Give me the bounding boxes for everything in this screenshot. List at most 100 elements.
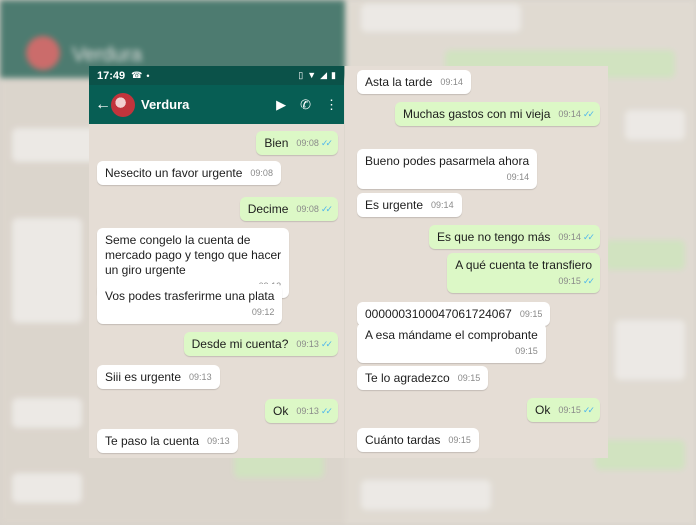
video-call-icon[interactable]: ▶ bbox=[276, 98, 286, 111]
message-meta: 09:14 bbox=[431, 198, 454, 213]
double-check-icon: ✓✓ bbox=[320, 138, 333, 148]
message-time: 09:13 bbox=[189, 372, 212, 382]
message-text: Es urgente bbox=[365, 198, 424, 212]
incoming-message[interactable]: A esa mándame el comprobante 09:15 bbox=[357, 323, 546, 363]
double-check-icon: ✓✓ bbox=[582, 276, 595, 286]
message-text: Asta la tarde bbox=[365, 75, 433, 89]
incoming-message[interactable]: Asta la tarde 09:14 bbox=[357, 70, 471, 94]
message-text: Te paso la cuenta bbox=[105, 434, 200, 448]
message-time: 09:15 bbox=[558, 276, 581, 286]
message-time: 09:14 bbox=[558, 232, 581, 242]
message-time: 09:15 bbox=[519, 309, 543, 319]
message-meta: 09:14 ✓✓ bbox=[558, 107, 595, 122]
message-meta: 09:14 bbox=[440, 75, 463, 90]
message-time: 09:14 bbox=[506, 172, 530, 182]
double-check-icon: ✓✓ bbox=[320, 406, 333, 416]
status-time: 17:49 bbox=[97, 69, 126, 82]
outgoing-message[interactable]: Desde mi cuenta? 09:13 ✓✓ bbox=[183, 332, 338, 356]
message-meta: 09:12 bbox=[113, 305, 275, 320]
message-text: Seme congelo la cuenta de mercado pago y… bbox=[105, 233, 282, 277]
right-chat-screenshot: Asta la tarde 09:14 Muchas gastos con mi v… bbox=[345, 66, 608, 458]
wifi-icon: ▼ bbox=[307, 70, 317, 80]
message-meta: 09:14 bbox=[373, 170, 530, 185]
message-text: Ok bbox=[273, 404, 289, 418]
whatsapp-icon: ☎ bbox=[131, 70, 143, 80]
message-text: Nesecito un favor urgente bbox=[105, 166, 243, 180]
outgoing-message[interactable]: Decime 09:08 ✓✓ bbox=[239, 197, 338, 221]
message-meta: 09:15 bbox=[458, 371, 481, 386]
outgoing-message[interactable]: Muchas gastos con mi vieja 09:14 ✓✓ bbox=[394, 102, 600, 126]
message-meta: 09:15 ✓✓ bbox=[558, 403, 595, 418]
message-meta: 09:14 ✓✓ bbox=[558, 230, 595, 245]
backdrop-avatar bbox=[26, 36, 60, 70]
message-text: A qué cuenta te transfiero bbox=[455, 258, 592, 272]
message-list-left: Bien 09:08 ✓✓ Nesecito un favor urgente 09:0… bbox=[89, 124, 344, 458]
outgoing-message[interactable]: Bien 09:08 ✓✓ bbox=[256, 131, 338, 155]
message-meta: 09:13 ✓✓ bbox=[296, 337, 333, 352]
message-text: Muchas gastos con mi vieja bbox=[402, 107, 551, 121]
phone-icon[interactable]: ✆ bbox=[300, 98, 311, 111]
message-meta: 09:08 ✓✓ bbox=[296, 202, 333, 217]
incoming-message[interactable]: Cuánto tardas 09:15 bbox=[357, 428, 479, 452]
message-text: Bueno podes pasarmela ahora bbox=[365, 154, 530, 168]
backdrop-title: Verdura bbox=[72, 44, 143, 66]
message-text: Es que no tengo más bbox=[436, 230, 551, 244]
incoming-message[interactable]: Nesecito un favor urgente 09:08 bbox=[97, 161, 281, 185]
signal-icon: ◢ bbox=[320, 70, 328, 80]
message-meta: 09:15 bbox=[373, 344, 538, 359]
message-text: Desde mi cuenta? bbox=[191, 337, 289, 351]
incoming-message[interactable]: Vos podes trasferirme una plata 09:12 bbox=[97, 284, 283, 324]
incoming-message[interactable]: Siii es urgente 09:13 bbox=[97, 365, 220, 389]
message-text: Siii es urgente bbox=[105, 370, 182, 384]
contact-name[interactable]: Verdura bbox=[141, 97, 276, 112]
double-check-icon: ✓✓ bbox=[582, 405, 595, 415]
message-meta: 09:13 ✓✓ bbox=[296, 404, 333, 419]
incoming-message[interactable]: Te paso la cuenta 09:13 bbox=[97, 429, 238, 453]
double-check-icon: ✓✓ bbox=[320, 339, 333, 349]
message-meta: 09:13 bbox=[207, 434, 230, 449]
message-meta: 09:15 bbox=[520, 307, 543, 322]
message-time: 09:14 bbox=[440, 77, 463, 87]
back-arrow-icon[interactable]: ← bbox=[95, 96, 111, 114]
message-time: 09:15 bbox=[558, 405, 581, 415]
incoming-message[interactable]: Te lo agradezco 09:15 bbox=[357, 366, 489, 390]
message-text: Cuánto tardas bbox=[365, 433, 441, 447]
message-time: 09:12 bbox=[251, 307, 275, 317]
message-meta: 09:08 bbox=[250, 166, 273, 181]
message-time: 09:15 bbox=[457, 373, 481, 383]
avatar[interactable] bbox=[111, 92, 135, 117]
vibrate-icon: ▯ bbox=[298, 70, 304, 80]
message-time: 09:13 bbox=[296, 406, 319, 416]
battery-icon: ▮ bbox=[331, 70, 336, 80]
message-meta: 09:15 bbox=[448, 433, 471, 448]
message-time: 09:15 bbox=[448, 435, 471, 445]
double-check-icon: ✓✓ bbox=[582, 109, 595, 119]
message-meta: 09:13 bbox=[189, 370, 212, 385]
message-time: 09:08 bbox=[296, 204, 319, 214]
message-time: 09:08 bbox=[250, 168, 273, 178]
message-text: A esa mándame el comprobante bbox=[365, 328, 538, 342]
message-text: 0000003100047061724067 bbox=[365, 307, 512, 321]
message-text: Te lo agradezco bbox=[365, 371, 450, 385]
message-text: Ok bbox=[535, 403, 551, 417]
outgoing-message[interactable]: Ok 09:13 ✓✓ bbox=[265, 399, 338, 423]
incoming-message[interactable]: Es urgente 09:14 bbox=[357, 193, 462, 217]
outgoing-message[interactable]: Ok 09:15 ✓✓ bbox=[527, 398, 600, 422]
more-vert-icon[interactable]: ⋮ bbox=[325, 98, 338, 111]
message-meta: 09:08 ✓✓ bbox=[296, 136, 333, 151]
message-meta: 09:15 ✓✓ bbox=[463, 274, 595, 289]
chat-header: ← Verdura ▶ ✆ ⋮ bbox=[89, 85, 344, 124]
message-time: 09:14 bbox=[558, 109, 581, 119]
incoming-message[interactable]: Bueno podes pasarmela ahora 09:14 bbox=[357, 149, 538, 189]
message-text: Decime bbox=[247, 202, 289, 216]
outgoing-message[interactable]: A qué cuenta te transfiero 09:15 ✓✓ bbox=[447, 253, 600, 293]
message-time: 09:14 bbox=[431, 200, 454, 210]
status-bar: 17:49 ☎ • ▯ ▼ ◢ ▮ bbox=[89, 66, 344, 85]
message-time: 09:15 bbox=[515, 346, 538, 356]
double-check-icon: ✓✓ bbox=[582, 232, 595, 242]
double-check-icon: ✓✓ bbox=[320, 204, 333, 214]
message-time: 09:13 bbox=[296, 339, 319, 349]
outgoing-message[interactable]: Es que no tengo más 09:14 ✓✓ bbox=[428, 225, 600, 249]
message-text: Vos podes trasferirme una plata bbox=[105, 289, 275, 303]
message-time: 09:08 bbox=[296, 138, 319, 148]
